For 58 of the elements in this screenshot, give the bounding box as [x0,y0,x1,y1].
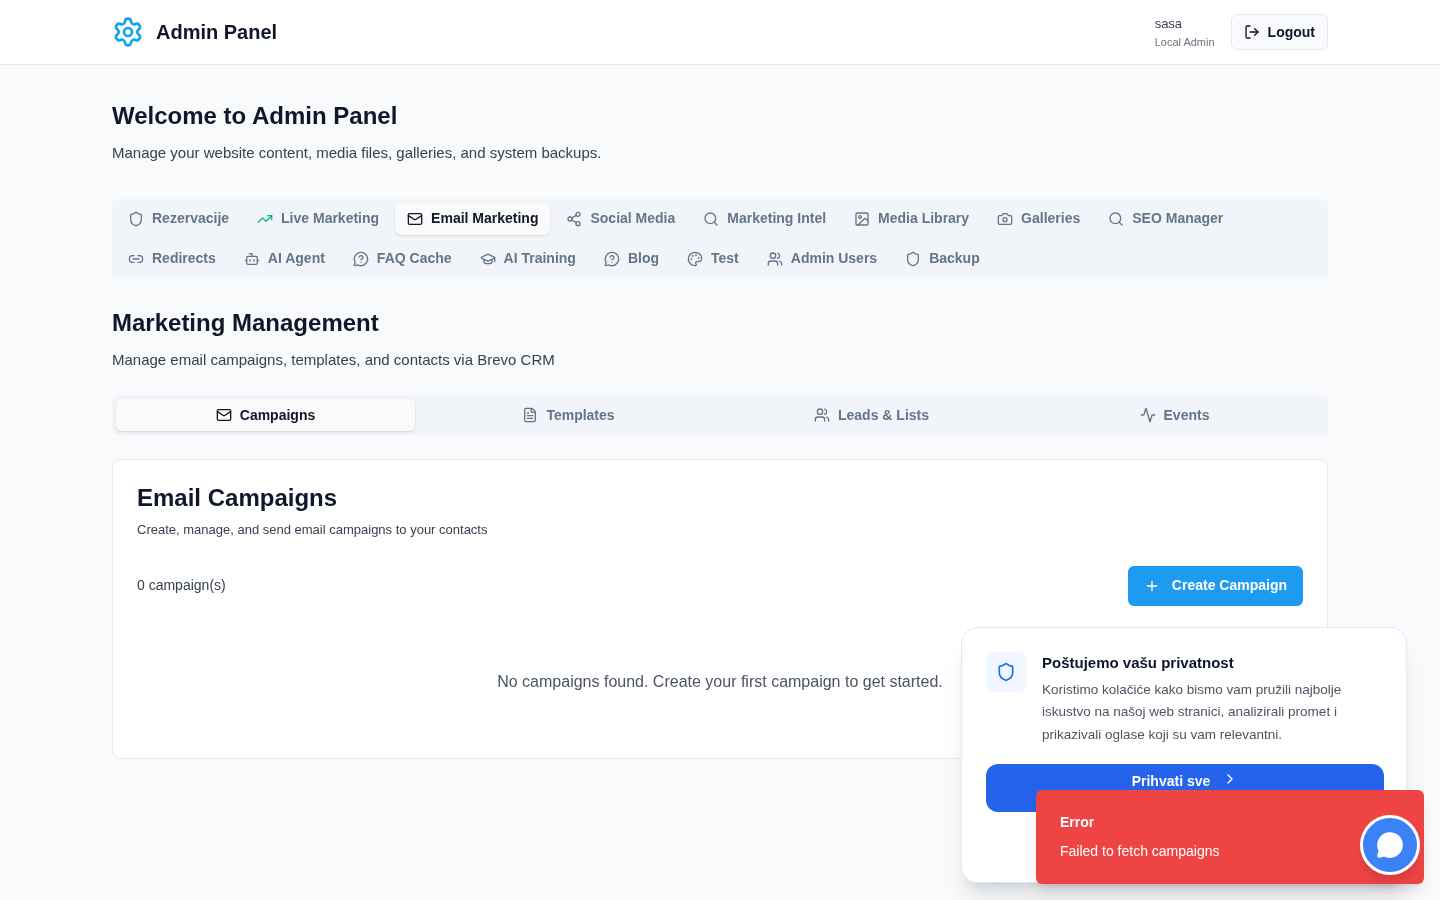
nav-tab[interactable]: SEO Manager [1096,202,1236,235]
nav-tab[interactable]: AI Agent [231,242,337,275]
nav-tab[interactable]: AI Training [467,242,588,275]
logout-icon [1243,24,1260,40]
nav-tab[interactable]: Email Marketing [395,202,551,235]
users-icon [766,250,783,267]
sub-tab[interactable]: Campaigns [116,399,415,431]
robot-icon [243,250,260,267]
card-title: Email Campaigns [137,483,339,513]
activity-icon [1139,407,1156,423]
empty-message: No campaigns found. Create your first campaign to get started. [497,671,943,692]
nav-tab[interactable]: Live Marketing [245,202,392,235]
mail-icon [215,407,232,423]
user-name: sasa [1154,15,1184,33]
sub-tab[interactable]: Templates [419,399,718,431]
palette-icon [687,250,703,267]
nav-tab[interactable]: Marketing Intel [691,202,839,235]
campaign-count: 0 campaign(s) [137,576,226,595]
cookie-text: Koristimo kolačiće kako bismo vam pružili najbolje iskustvo na našoj web stranici, analizirali promet i prikazivali oglase koji su vam relevantni. [1042,680,1343,744]
users-icon [814,407,830,423]
logout-button[interactable]: Logout [1230,14,1328,50]
question-bubble-icon [603,250,620,267]
page-title: Welcome to Admin Panel [112,101,399,131]
card-subtitle: Create, manage, and send email campaigns to your contacts [137,521,489,539]
nav-tab[interactable]: Galleries [985,202,1093,235]
nav-tab[interactable]: Admin Users [754,242,890,275]
image-icon [854,210,871,227]
search-icon [703,210,720,227]
nav-tab[interactable]: Rezervacije [116,202,242,235]
section-title: Marketing Management [112,307,380,338]
document-icon [522,407,539,423]
nav-tab[interactable]: FAQ Cache [340,242,464,275]
sub-tab[interactable]: Events [1025,399,1324,431]
nav-tab[interactable]: Social Media [554,202,688,235]
nav-tab[interactable]: Redirects [116,242,228,275]
chat-bubble-icon [1376,831,1404,859]
nav-tab[interactable]: Blog [591,242,671,275]
sub-tab[interactable]: Leads & Lists [722,399,1021,431]
mail-icon [407,210,424,227]
nav-tab[interactable]: Media Library [842,202,982,235]
search-icon [1108,210,1125,227]
nav-tab[interactable]: Backup [893,242,992,275]
user-role: Local Admin [1154,34,1215,50]
gear-icon [112,16,144,48]
nav-tab[interactable]: Test [675,242,751,275]
shield-icon [128,210,144,227]
toast-message: Failed to fetch campaigns [1060,842,1220,861]
toast-title: Error [1060,813,1095,832]
cookie-title: Poštujemo vašu privatnost [1042,653,1235,673]
share-icon [566,210,583,227]
section-subtitle: Manage email campaigns, templates, and contacts via Brevo CRM [112,349,556,370]
question-bubble-icon [352,250,369,267]
camera-icon [997,210,1014,227]
create-campaign-button[interactable]: Create Campaign [1127,565,1303,606]
shield-icon [905,250,922,267]
app-title: Admin Panel [156,20,278,45]
page-subtitle: Manage your website content, media files, galleries, and system backups. [112,143,603,163]
shield-icon [986,652,1026,692]
